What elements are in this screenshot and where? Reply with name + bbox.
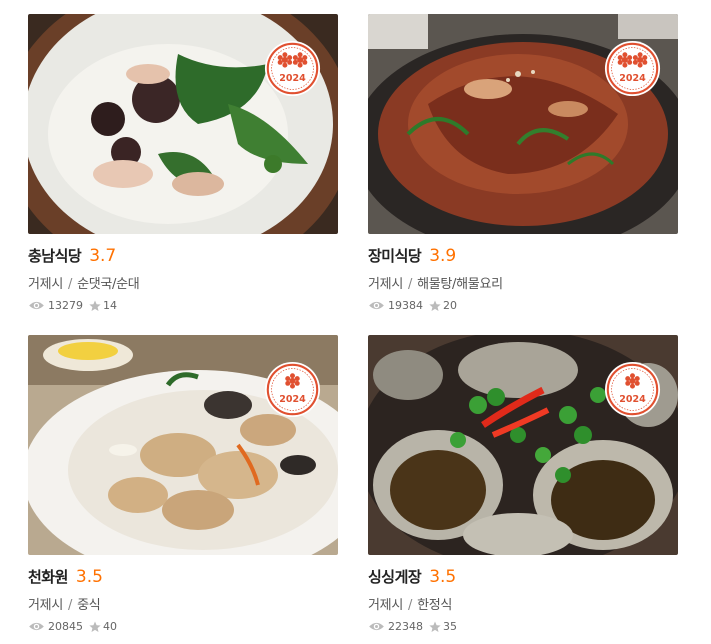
star-count: 35 — [429, 620, 457, 633]
view-count-value: 13279 — [48, 299, 83, 312]
meta-separator: / — [407, 598, 413, 613]
meta-separator: / — [407, 277, 413, 292]
star-icon — [89, 621, 101, 632]
view-count-value: 22348 — [388, 620, 423, 633]
restaurant-region: 거제시 — [368, 277, 403, 292]
restaurant-category: 순댓국/순대 — [77, 277, 140, 292]
star-count-value: 14 — [103, 299, 117, 312]
badge-year: 2024 — [279, 73, 306, 84]
award-badge: 2024 — [264, 40, 321, 97]
badge-year: 2024 — [619, 394, 646, 405]
star-count: 40 — [89, 620, 117, 633]
restaurant-name[interactable]: 충남식당 — [28, 245, 82, 266]
badge-year: 2024 — [619, 73, 646, 84]
view-count: 13279 — [28, 299, 83, 312]
view-count-value: 20845 — [48, 620, 83, 633]
star-count-value: 20 — [443, 299, 457, 312]
eye-icon — [369, 622, 384, 631]
star-icon — [89, 300, 101, 311]
restaurant-card-3[interactable]: 2024 천화원 3.5 거제시 / 중식 20845 40 — [28, 335, 338, 633]
view-count: 20845 — [28, 620, 83, 633]
eye-icon — [29, 301, 44, 310]
restaurant-category: 한정식 — [417, 598, 453, 613]
meta-separator: / — [67, 598, 73, 613]
restaurant-photo[interactable]: 2024 — [368, 335, 678, 555]
restaurant-category: 해물탕/해물요리 — [417, 277, 503, 292]
restaurant-region: 거제시 — [28, 598, 63, 613]
restaurant-name[interactable]: 싱싱게장 — [368, 566, 422, 587]
restaurant-name[interactable]: 천화원 — [28, 566, 68, 587]
restaurant-rating: 3.5 — [429, 567, 457, 587]
star-count: 20 — [429, 299, 457, 312]
restaurant-photo[interactable]: 2024 — [368, 14, 678, 234]
restaurant-card-4[interactable]: 2024 싱싱게장 3.5 거제시 / 한정식 22348 35 — [368, 335, 678, 633]
restaurant-rating: 3.7 — [89, 246, 117, 266]
view-count: 22348 — [368, 620, 423, 633]
meta-separator: / — [67, 277, 73, 292]
restaurant-rating: 3.9 — [429, 246, 457, 266]
award-badge: 2024 — [264, 361, 321, 418]
restaurant-photo[interactable]: 2024 — [28, 335, 338, 555]
view-count-value: 19384 — [388, 299, 423, 312]
star-count-value: 35 — [443, 620, 457, 633]
star-count: 14 — [89, 299, 117, 312]
restaurant-region: 거제시 — [28, 277, 63, 292]
award-badge: 2024 — [604, 361, 661, 418]
restaurant-name[interactable]: 장미식당 — [368, 245, 422, 266]
eye-icon — [29, 622, 44, 631]
eye-icon — [369, 301, 384, 310]
restaurant-photo[interactable]: 2024 — [28, 14, 338, 234]
view-count: 19384 — [368, 299, 423, 312]
restaurant-rating: 3.5 — [75, 567, 103, 587]
restaurant-card-1[interactable]: 2024 충남식당 3.7 거제시 / 순댓국/순대 13279 14 — [28, 14, 338, 312]
award-badge: 2024 — [604, 40, 661, 97]
restaurant-card-2[interactable]: 2024 장미식당 3.9 거제시 / 해물탕/해물요리 19384 20 — [368, 14, 678, 312]
star-count-value: 40 — [103, 620, 117, 633]
star-icon — [429, 621, 441, 632]
restaurant-category: 중식 — [77, 598, 101, 613]
restaurant-region: 거제시 — [368, 598, 403, 613]
star-icon — [429, 300, 441, 311]
badge-year: 2024 — [279, 394, 306, 405]
